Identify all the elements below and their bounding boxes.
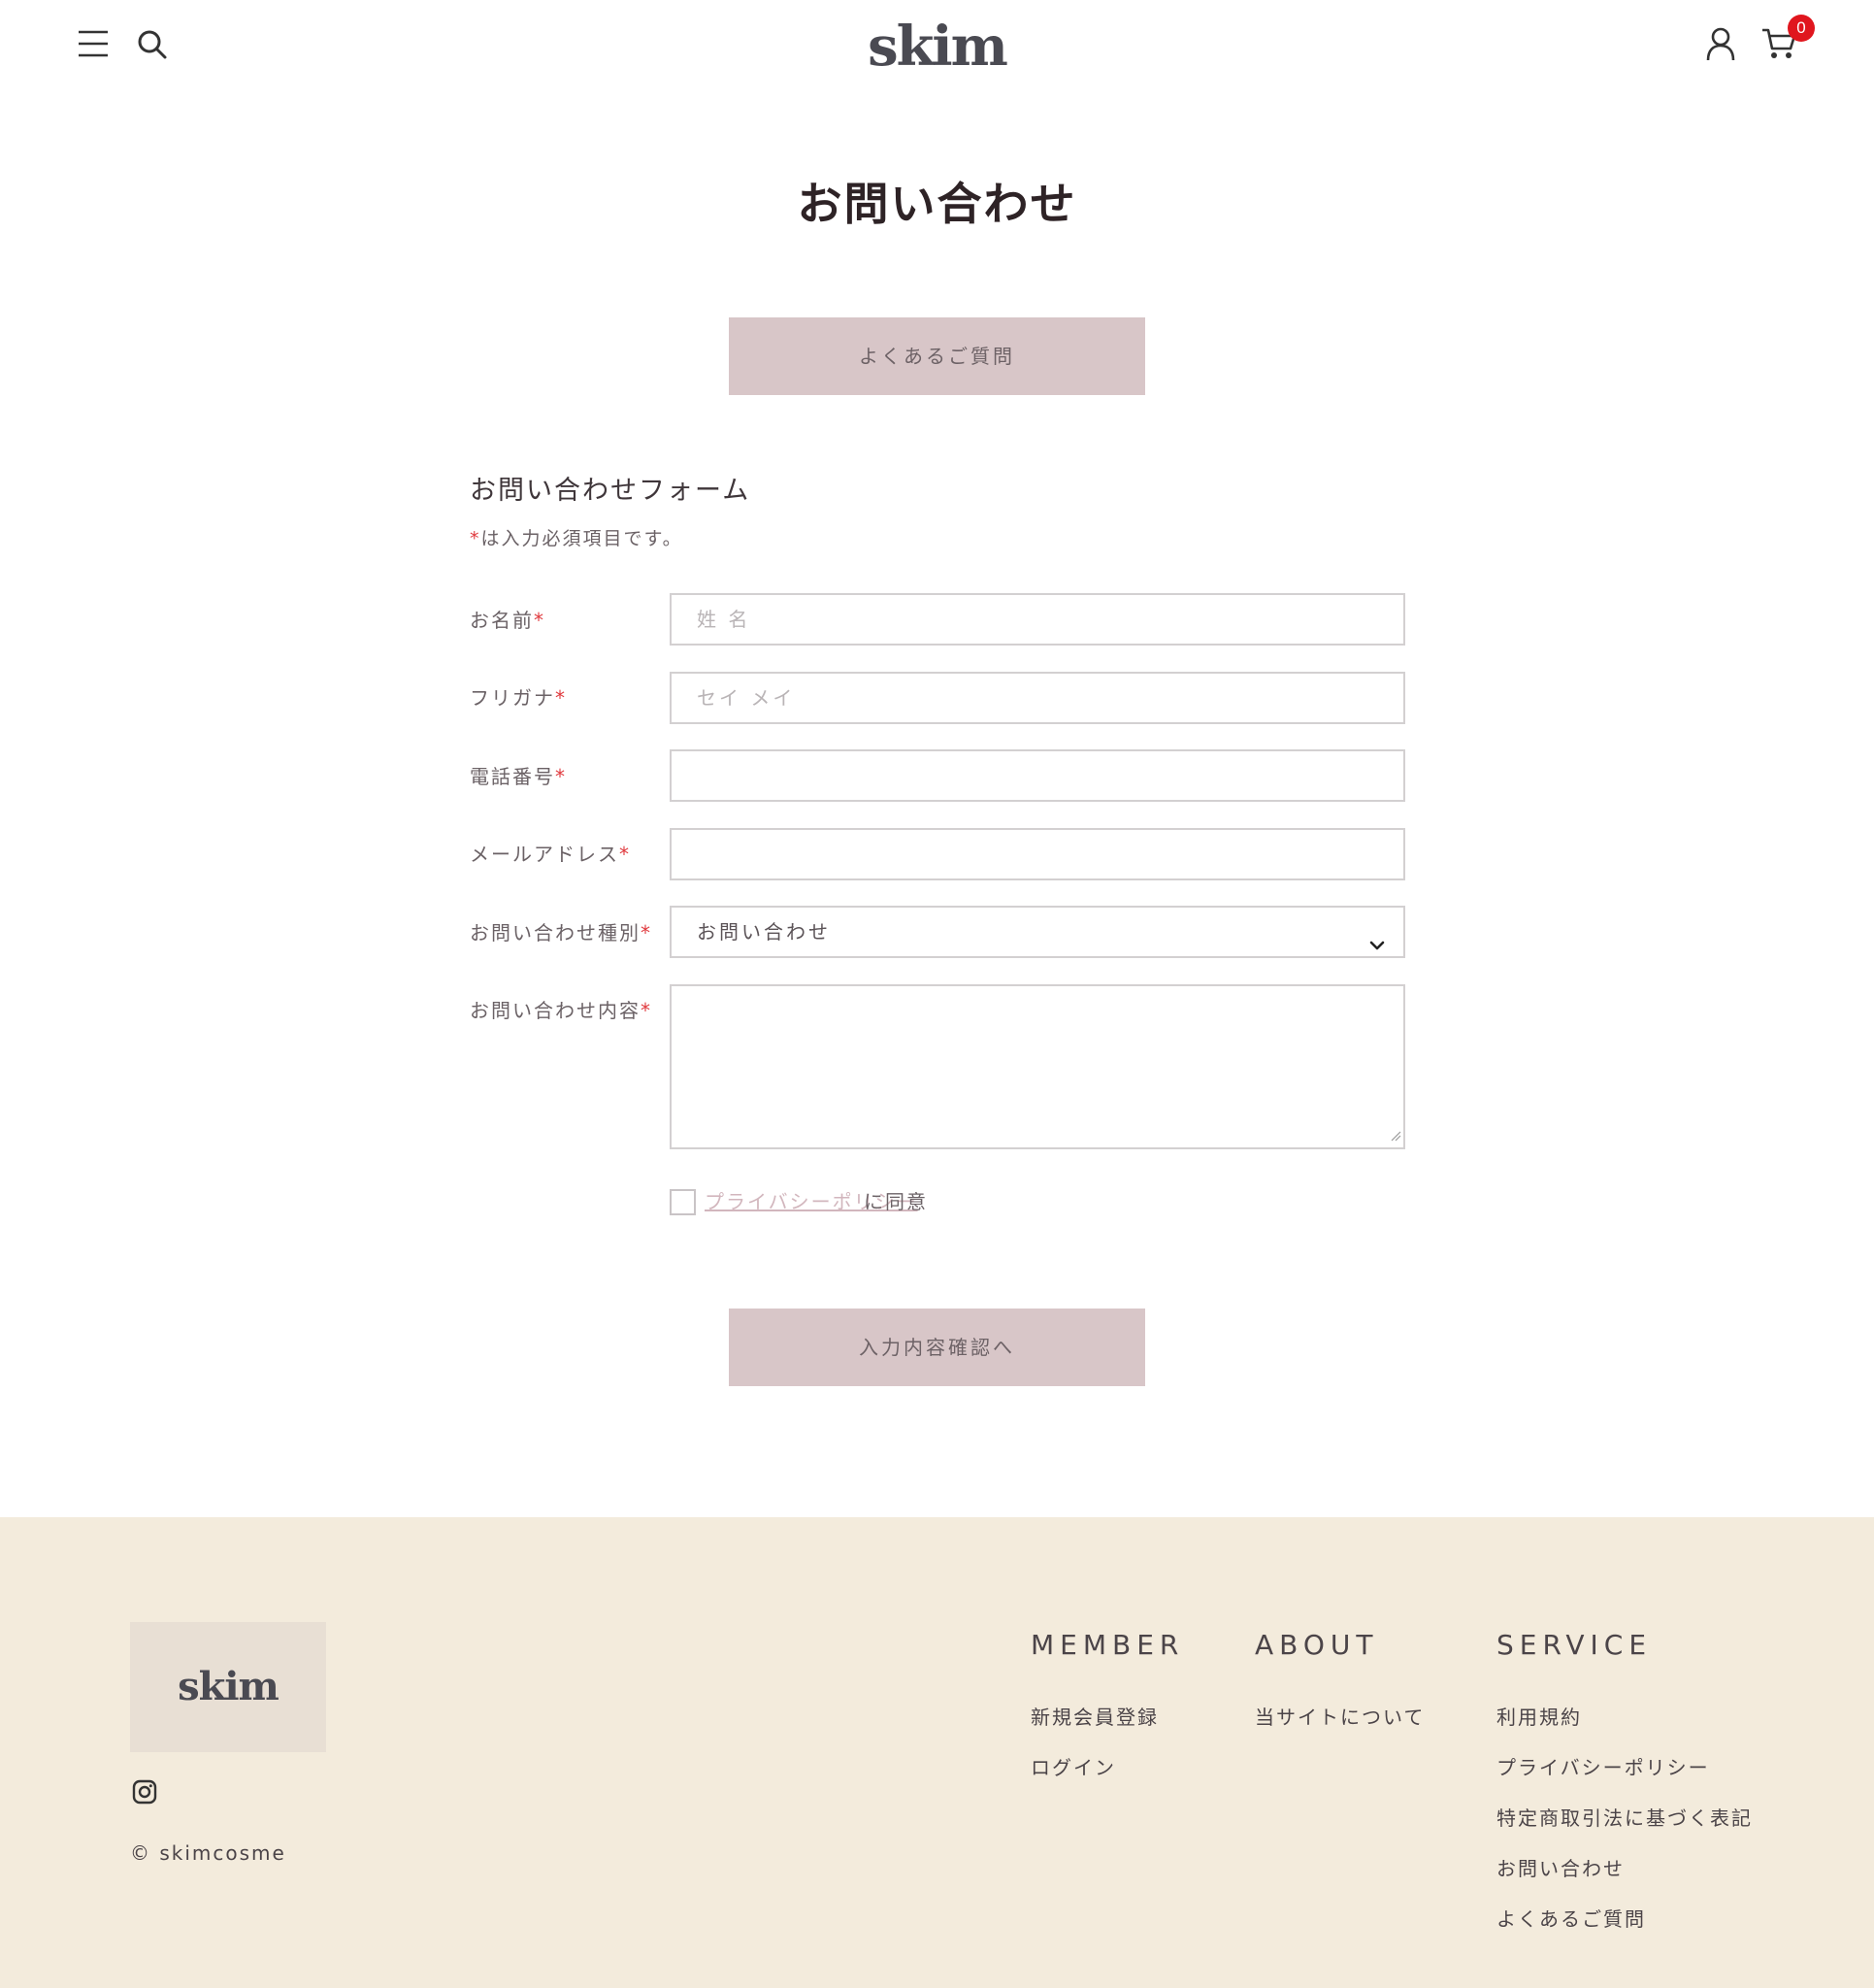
message-label-text: お問い合わせ内容 — [470, 999, 641, 1022]
required-mark: * — [619, 843, 631, 866]
footer-link-faq[interactable]: よくあるご質問 — [1496, 1905, 1646, 1934]
cart-count-badge: 0 — [1788, 15, 1815, 42]
footer-about-title: ABOUT — [1255, 1629, 1379, 1661]
required-mark: * — [641, 999, 652, 1022]
footer-link-commerce-law[interactable]: 特定商取引法に基づく表記 — [1496, 1804, 1753, 1833]
phone-input[interactable] — [670, 749, 1405, 802]
footer-link-login[interactable]: ログイン — [1031, 1753, 1116, 1782]
site-logo[interactable]: skim — [0, 12, 1874, 82]
footer-link-register[interactable]: 新規会員登録 — [1031, 1703, 1159, 1732]
chevron-down-icon — [1368, 923, 1386, 972]
name-input[interactable] — [670, 593, 1405, 646]
required-mark: * — [534, 609, 545, 632]
furigana-input[interactable] — [670, 672, 1405, 724]
required-mark: * — [641, 921, 652, 944]
name-label: お名前* — [470, 606, 545, 635]
message-label: お問い合わせ内容* — [470, 996, 652, 1025]
copyright: © skimcosme — [130, 1841, 286, 1865]
message-textarea[interactable] — [670, 984, 1405, 1149]
footer-member-title: MEMBER — [1031, 1629, 1185, 1661]
inquiry-type-select[interactable]: お問い合わせ — [670, 906, 1405, 958]
required-mark: * — [555, 765, 567, 788]
inquiry-type-label-text: お問い合わせ種別 — [470, 921, 641, 944]
required-mark: * — [470, 528, 481, 549]
footer-link-about-site[interactable]: 当サイトについて — [1255, 1703, 1425, 1732]
phone-label-text: 電話番号 — [470, 765, 555, 788]
site-header: skim 0 — [0, 0, 1874, 93]
furigana-label: フリガナ* — [470, 683, 567, 712]
confirm-submit-button[interactable]: 入力内容確認へ — [729, 1309, 1145, 1386]
required-note-text: は入力必須項目です。 — [480, 528, 683, 549]
footer-service-title: SERVICE — [1496, 1629, 1653, 1661]
phone-label: 電話番号* — [470, 762, 567, 791]
resize-grip-icon[interactable] — [1390, 1127, 1401, 1145]
footer-logo[interactable]: skim — [130, 1622, 326, 1752]
required-note: *は入力必須項目です。 — [470, 524, 683, 553]
email-label: メールアドレス* — [470, 840, 631, 869]
furigana-label-text: フリガナ — [470, 686, 555, 710]
email-label-text: メールアドレス — [470, 843, 619, 866]
privacy-agree-text: に同意 — [864, 1190, 928, 1213]
footer-link-contact[interactable]: お問い合わせ — [1496, 1854, 1625, 1883]
name-label-text: お名前 — [470, 609, 534, 632]
inquiry-type-selected: お問い合わせ — [697, 920, 831, 944]
instagram-icon[interactable] — [132, 1779, 157, 1808]
footer-link-privacy[interactable]: プライバシーポリシー — [1496, 1753, 1710, 1782]
privacy-checkbox[interactable] — [670, 1189, 696, 1215]
inquiry-type-label: お問い合わせ種別* — [470, 918, 652, 947]
email-input[interactable] — [670, 828, 1405, 880]
user-icon[interactable] — [1706, 27, 1735, 66]
required-mark: * — [555, 686, 567, 710]
page-title: お問い合わせ — [797, 178, 1077, 230]
site-footer: skim © skimcosme MEMBER 新規会員登録 ログイン ABOU… — [0, 1517, 1874, 1988]
footer-link-terms[interactable]: 利用規約 — [1496, 1703, 1582, 1732]
faq-button[interactable]: よくあるご質問 — [729, 317, 1145, 395]
form-heading: お問い合わせフォーム — [470, 476, 751, 506]
